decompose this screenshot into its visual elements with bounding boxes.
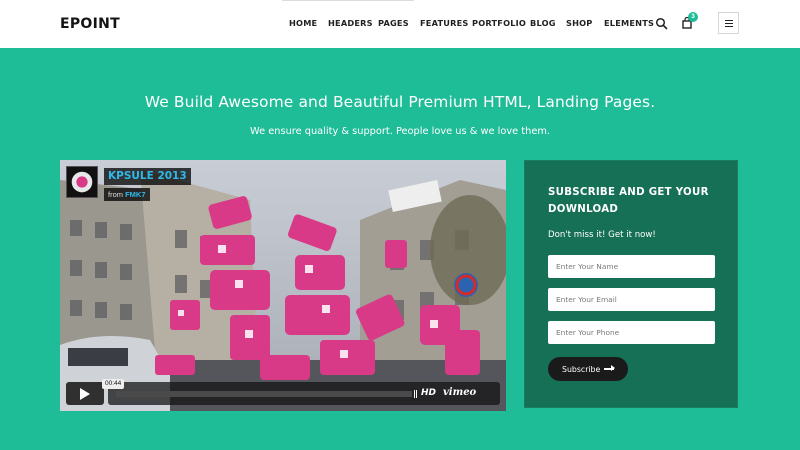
nav-elements[interactable]: ELEMENTS xyxy=(604,18,654,30)
nav-pages[interactable]: PAGES xyxy=(378,18,409,30)
nav-portfolio[interactable]: PORTFOLIO xyxy=(472,18,526,30)
name-field[interactable] xyxy=(548,255,715,278)
search-icon[interactable] xyxy=(655,17,668,30)
subscribe-subtitle: Don't miss it! Get it now! xyxy=(548,230,656,240)
cart-count-badge: 3 xyxy=(688,12,698,22)
email-field[interactable] xyxy=(548,288,715,311)
hamburger-menu-icon xyxy=(725,20,733,27)
nav-blog[interactable]: BLOG xyxy=(530,18,556,30)
play-button[interactable] xyxy=(66,382,104,405)
subscribe-title: SUBSCRIBE AND GET YOUR DOWNLOAD xyxy=(548,187,709,215)
subscribe-card: SUBSCRIBE AND GET YOUR DOWNLOAD Don't mi… xyxy=(524,160,738,408)
volume-icon[interactable] xyxy=(414,390,418,398)
video-from-prefix: from xyxy=(108,190,123,199)
nav-home[interactable]: HOME xyxy=(289,18,317,30)
play-icon xyxy=(80,388,90,400)
video-author-line: from FMK7 xyxy=(104,188,150,201)
site-logo[interactable]: EPOINT xyxy=(60,16,120,32)
hero-subtitle: We ensure quality & support. People love… xyxy=(249,126,551,137)
nav-headers[interactable]: HEADERS xyxy=(328,18,373,30)
phone-field[interactable] xyxy=(548,321,715,344)
subscribe-button-label: Subscribe xyxy=(562,364,601,374)
top-navigation-bar: EPOINT HOME HEADERS PAGES FEATURES PORTF… xyxy=(0,0,800,48)
top-divider xyxy=(282,0,414,1)
vimeo-logo[interactable]: vimeo xyxy=(443,387,476,398)
channel-avatar[interactable] xyxy=(66,166,98,198)
hamburger-menu-button[interactable] xyxy=(718,12,739,34)
video-progress-bar[interactable] xyxy=(116,391,412,397)
subscribe-button[interactable]: Subscribe xyxy=(548,357,628,381)
nav-shop[interactable]: SHOP xyxy=(566,18,593,30)
video-title[interactable]: KPSULE 2013 xyxy=(104,168,191,185)
hero-title: We Build Awesome and Beautiful Premium H… xyxy=(144,93,656,111)
video-player[interactable]: KPSULE 2013 from FMK7 00:44 HD vimeo xyxy=(60,160,506,411)
hd-toggle[interactable]: HD xyxy=(421,388,436,398)
nav-features[interactable]: FEATURES xyxy=(420,18,469,30)
video-timecode: 00:44 xyxy=(102,379,125,389)
video-author[interactable]: FMK7 xyxy=(125,190,145,199)
arrow-right-icon xyxy=(604,365,615,371)
